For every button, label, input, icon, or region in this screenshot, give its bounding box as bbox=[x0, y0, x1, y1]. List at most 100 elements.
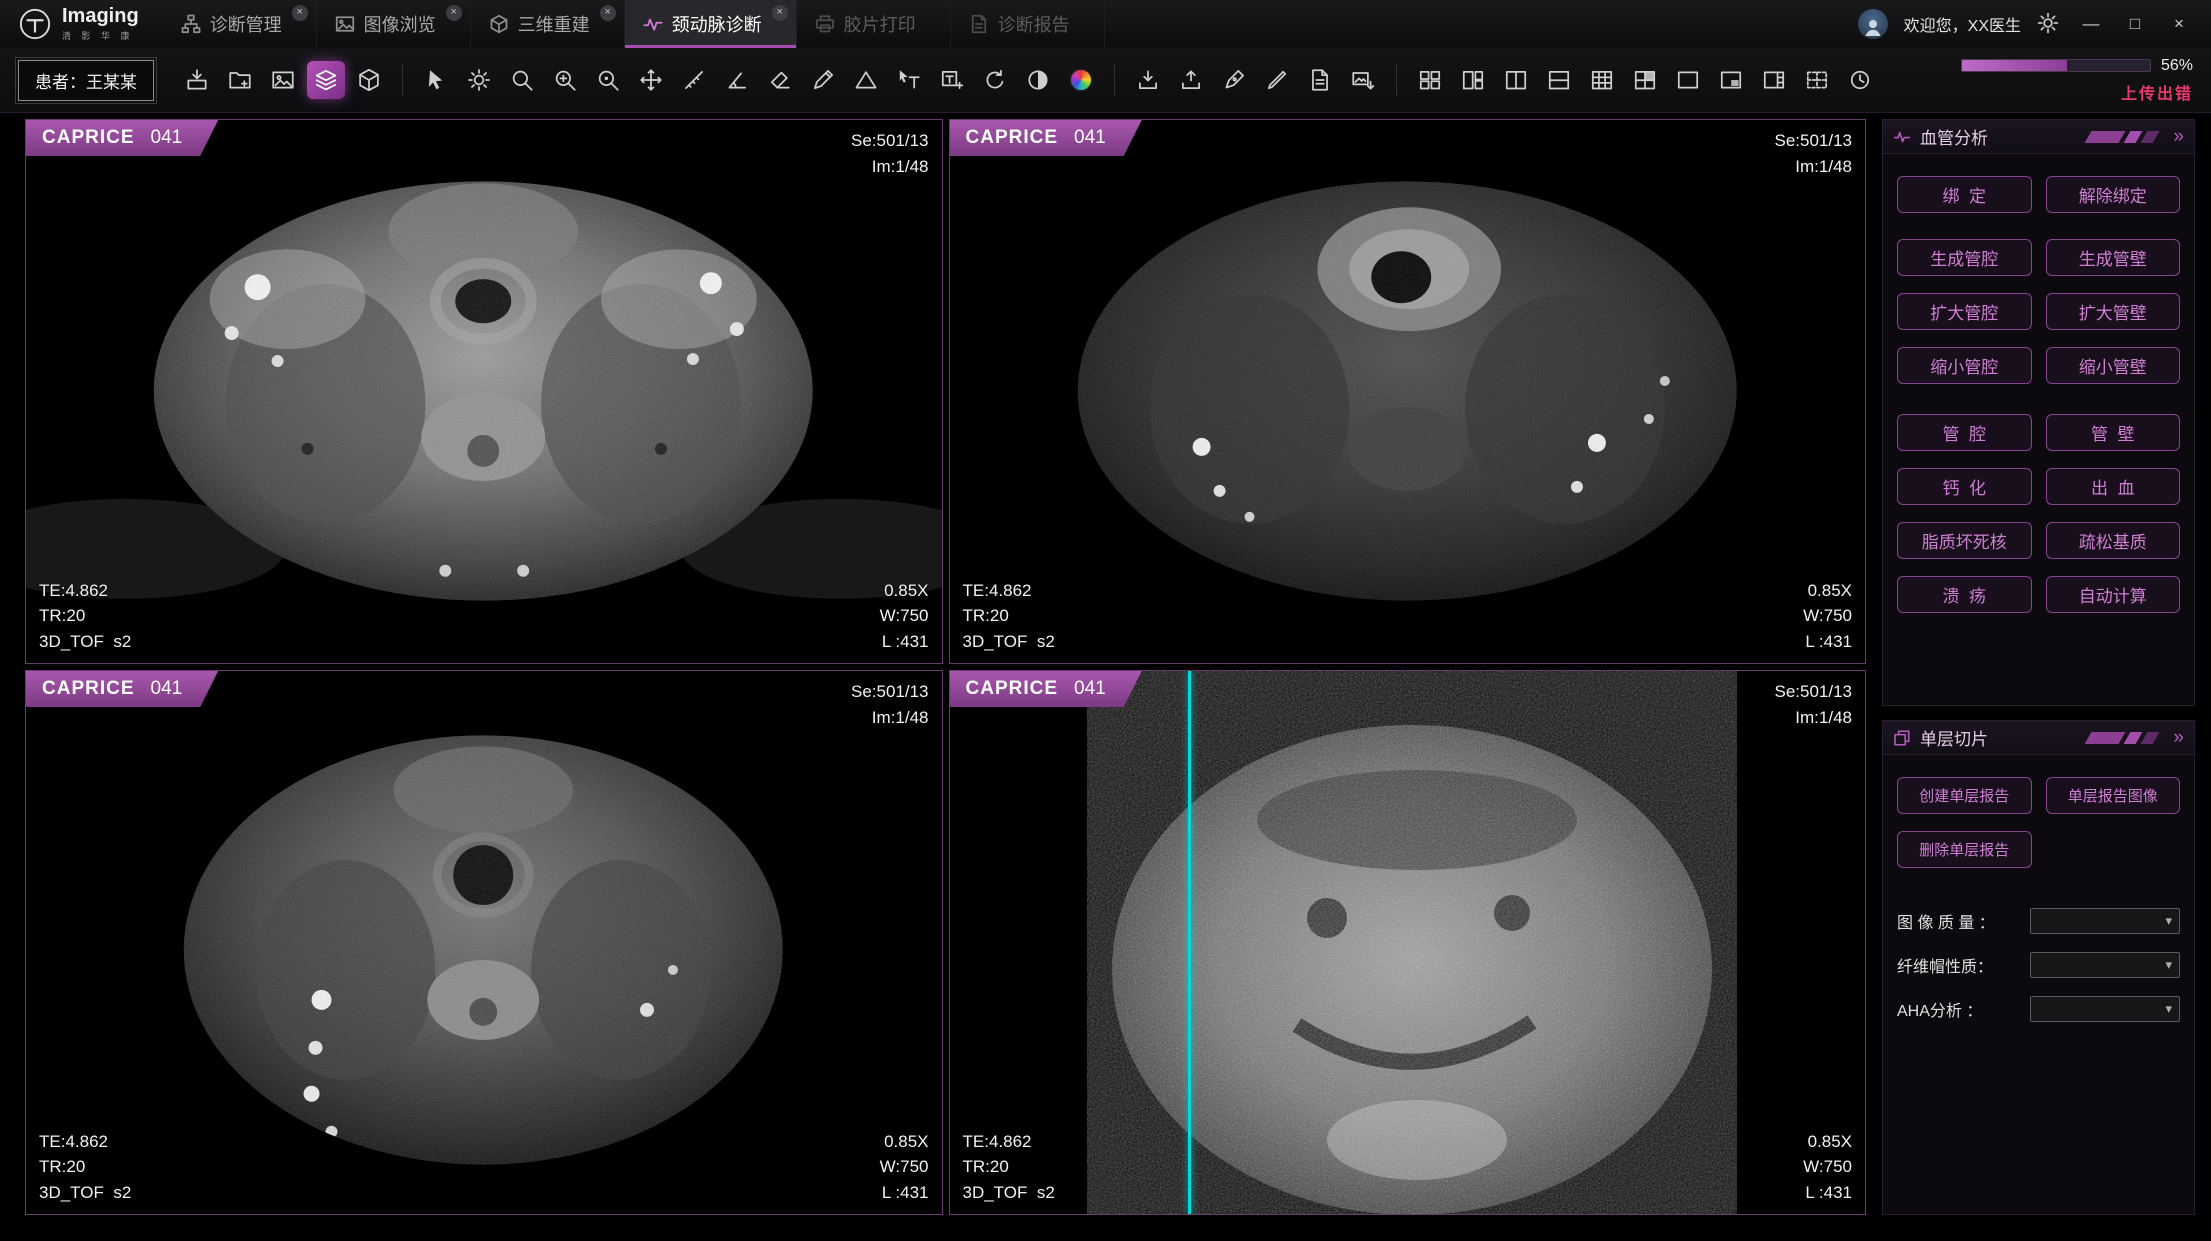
draw-pen-button[interactable] bbox=[1258, 61, 1296, 99]
unbind-button[interactable]: 解除绑定 bbox=[2046, 176, 2181, 213]
layout-pip-button[interactable] bbox=[1712, 61, 1750, 99]
avatar[interactable] bbox=[1858, 9, 1888, 39]
layout-cell-highlight-button[interactable] bbox=[1626, 61, 1664, 99]
create-lumen-button[interactable]: 生成管腔 bbox=[1897, 239, 2032, 276]
open-study-button[interactable] bbox=[221, 61, 259, 99]
minimize-button[interactable]: — bbox=[2077, 14, 2105, 34]
create-wall-button[interactable]: 生成管壁 bbox=[2046, 239, 2181, 276]
history-button[interactable] bbox=[1841, 61, 1879, 99]
layout-3x3-button[interactable] bbox=[1583, 61, 1621, 99]
image-quality-select[interactable]: ▾ bbox=[2030, 908, 2180, 934]
viewport-1[interactable]: CAPRICE041 Se:501/13Im:1/48 TE:4.862TR:2… bbox=[25, 119, 943, 664]
zoom-icon bbox=[509, 67, 535, 93]
ulcer-button[interactable]: 溃 疡 bbox=[1897, 576, 2032, 613]
viewport-2[interactable]: CAPRICE041 Se:501/13Im:1/48 TE:4.862TR:2… bbox=[949, 119, 1867, 664]
layout-single-button[interactable] bbox=[1669, 61, 1707, 99]
eraser-button[interactable] bbox=[761, 61, 799, 99]
image-view-button[interactable] bbox=[264, 61, 302, 99]
loose-matrix-button[interactable]: 疏松基质 bbox=[2046, 522, 2181, 559]
patient-field[interactable]: 患者：王某某 bbox=[18, 60, 154, 101]
zoom-roi-button[interactable] bbox=[589, 61, 627, 99]
viewport-3[interactable]: CAPRICE041 Se:501/13Im:1/48 TE:4.862TR:2… bbox=[25, 670, 943, 1215]
report-doc-button[interactable] bbox=[1301, 61, 1339, 99]
tab-close-icon[interactable]: × bbox=[600, 5, 616, 21]
cursor-tool-button[interactable] bbox=[417, 61, 455, 99]
collapse-panel-icon[interactable]: » bbox=[2173, 127, 2184, 146]
upload-button[interactable] bbox=[1172, 61, 1210, 99]
wall-button[interactable]: 管 壁 bbox=[2046, 414, 2181, 451]
tab-diagnosis-report[interactable]: 诊断报告 bbox=[951, 0, 1105, 48]
brightness-button[interactable] bbox=[460, 61, 498, 99]
settings-button[interactable] bbox=[2037, 12, 2061, 36]
maximize-button[interactable]: □ bbox=[2121, 14, 2149, 34]
rotate-button[interactable] bbox=[976, 61, 1014, 99]
collapse-panel-icon[interactable]: » bbox=[2173, 728, 2184, 747]
tab-label: 诊断管理 bbox=[210, 11, 282, 37]
expand-wall-button[interactable]: 扩大管壁 bbox=[2046, 293, 2181, 330]
close-button[interactable]: × bbox=[2165, 14, 2193, 34]
calcification-button[interactable]: 钙 化 bbox=[1897, 468, 2032, 505]
reference-line[interactable] bbox=[1188, 671, 1191, 1214]
triangle-roi-button[interactable] bbox=[847, 61, 885, 99]
tab-film-print[interactable]: 胶片打印 bbox=[797, 0, 951, 48]
shrink-wall-button[interactable]: 缩小管壁 bbox=[2046, 347, 2181, 384]
save-study-button[interactable] bbox=[178, 61, 216, 99]
create-slice-report-button[interactable]: 创建单层报告 bbox=[1897, 777, 2032, 814]
layout-side-panel-button[interactable] bbox=[1755, 61, 1793, 99]
image-export-button[interactable] bbox=[1344, 61, 1382, 99]
tab-close-icon[interactable]: × bbox=[446, 5, 462, 21]
person-icon bbox=[1861, 15, 1885, 39]
viewport-4[interactable]: CAPRICE041 Se:501/13Im:1/48 TE:4.862TR:2… bbox=[949, 670, 1867, 1215]
layout-dashed-button[interactable] bbox=[1798, 61, 1836, 99]
image-quality-row: 图 像 质 量 ： ▾ bbox=[1897, 908, 2180, 934]
acquisition-info: TE:4.862TR:203D_TOF s2 bbox=[39, 578, 131, 655]
layout-2x2-button[interactable] bbox=[1411, 61, 1449, 99]
tab-close-icon[interactable]: × bbox=[772, 5, 788, 21]
layers-icon bbox=[313, 67, 339, 93]
diagnosis-management-icon bbox=[181, 14, 201, 34]
cube-3d-button[interactable] bbox=[350, 61, 388, 99]
triangle-icon bbox=[853, 67, 879, 93]
zoom-button[interactable] bbox=[503, 61, 541, 99]
zoom-in-button[interactable] bbox=[546, 61, 584, 99]
layout-single-icon bbox=[1675, 67, 1701, 93]
acquisition-info: TE:4.862TR:203D_TOF s2 bbox=[963, 578, 1055, 655]
draw-pencil-button[interactable] bbox=[1215, 61, 1253, 99]
upload-status-text: 上传出错 bbox=[2121, 80, 2193, 104]
tab-carotid-diagnosis[interactable]: 颈动脉诊断 × bbox=[625, 0, 797, 48]
viewer-grid: CAPRICE041 Se:501/13Im:1/48 TE:4.862TR:2… bbox=[25, 119, 1866, 1215]
lumen-button[interactable]: 管 腔 bbox=[1897, 414, 2032, 451]
layers-button[interactable] bbox=[307, 61, 345, 99]
layout-vsplit-button[interactable] bbox=[1497, 61, 1535, 99]
layout-1-2-button[interactable] bbox=[1454, 61, 1492, 99]
expand-lumen-button[interactable]: 扩大管腔 bbox=[1897, 293, 2032, 330]
annotate-pencil-button[interactable] bbox=[804, 61, 842, 99]
text-box-button[interactable] bbox=[933, 61, 971, 99]
pan-button[interactable] bbox=[632, 61, 670, 99]
layout-hsplit-button[interactable] bbox=[1540, 61, 1578, 99]
delete-slice-report-button[interactable]: 删除单层报告 bbox=[1897, 831, 2032, 868]
tab-image-browse[interactable]: 图像浏览 × bbox=[317, 0, 471, 48]
measure-line-button[interactable] bbox=[675, 61, 713, 99]
contrast-button[interactable] bbox=[1019, 61, 1057, 99]
hemorrhage-button[interactable]: 出 血 bbox=[2046, 468, 2181, 505]
cursor-text-button[interactable] bbox=[890, 61, 928, 99]
shrink-lumen-button[interactable]: 缩小管腔 bbox=[1897, 347, 2032, 384]
measure-angle-icon bbox=[724, 67, 750, 93]
bind-button[interactable]: 绑 定 bbox=[1897, 176, 2032, 213]
measure-angle-button[interactable] bbox=[718, 61, 756, 99]
auto-calculate-button[interactable]: 自动计算 bbox=[2046, 576, 2181, 613]
layout-2x2-icon bbox=[1417, 67, 1443, 93]
tab-close-icon[interactable]: × bbox=[292, 5, 308, 21]
slice-report-image-button[interactable]: 单层报告图像 bbox=[2046, 777, 2181, 814]
tab-3d-reconstruction[interactable]: 三维重建 × bbox=[471, 0, 625, 48]
tab-diagnosis-management[interactable]: 诊断管理 × bbox=[163, 0, 317, 48]
color-wheel-button[interactable] bbox=[1062, 61, 1100, 99]
titlebar-right: 欢迎您，XX医生 — □ × bbox=[1858, 0, 2211, 48]
layout-side-panel-icon bbox=[1761, 67, 1787, 93]
logo-title: Imaging bbox=[62, 6, 139, 26]
download-button[interactable] bbox=[1129, 61, 1167, 99]
aha-analysis-select[interactable]: ▾ bbox=[2030, 996, 2180, 1022]
lipid-core-button[interactable]: 脂质坏死核 bbox=[1897, 522, 2032, 559]
fibrous-cap-select[interactable]: ▾ bbox=[2030, 952, 2180, 978]
